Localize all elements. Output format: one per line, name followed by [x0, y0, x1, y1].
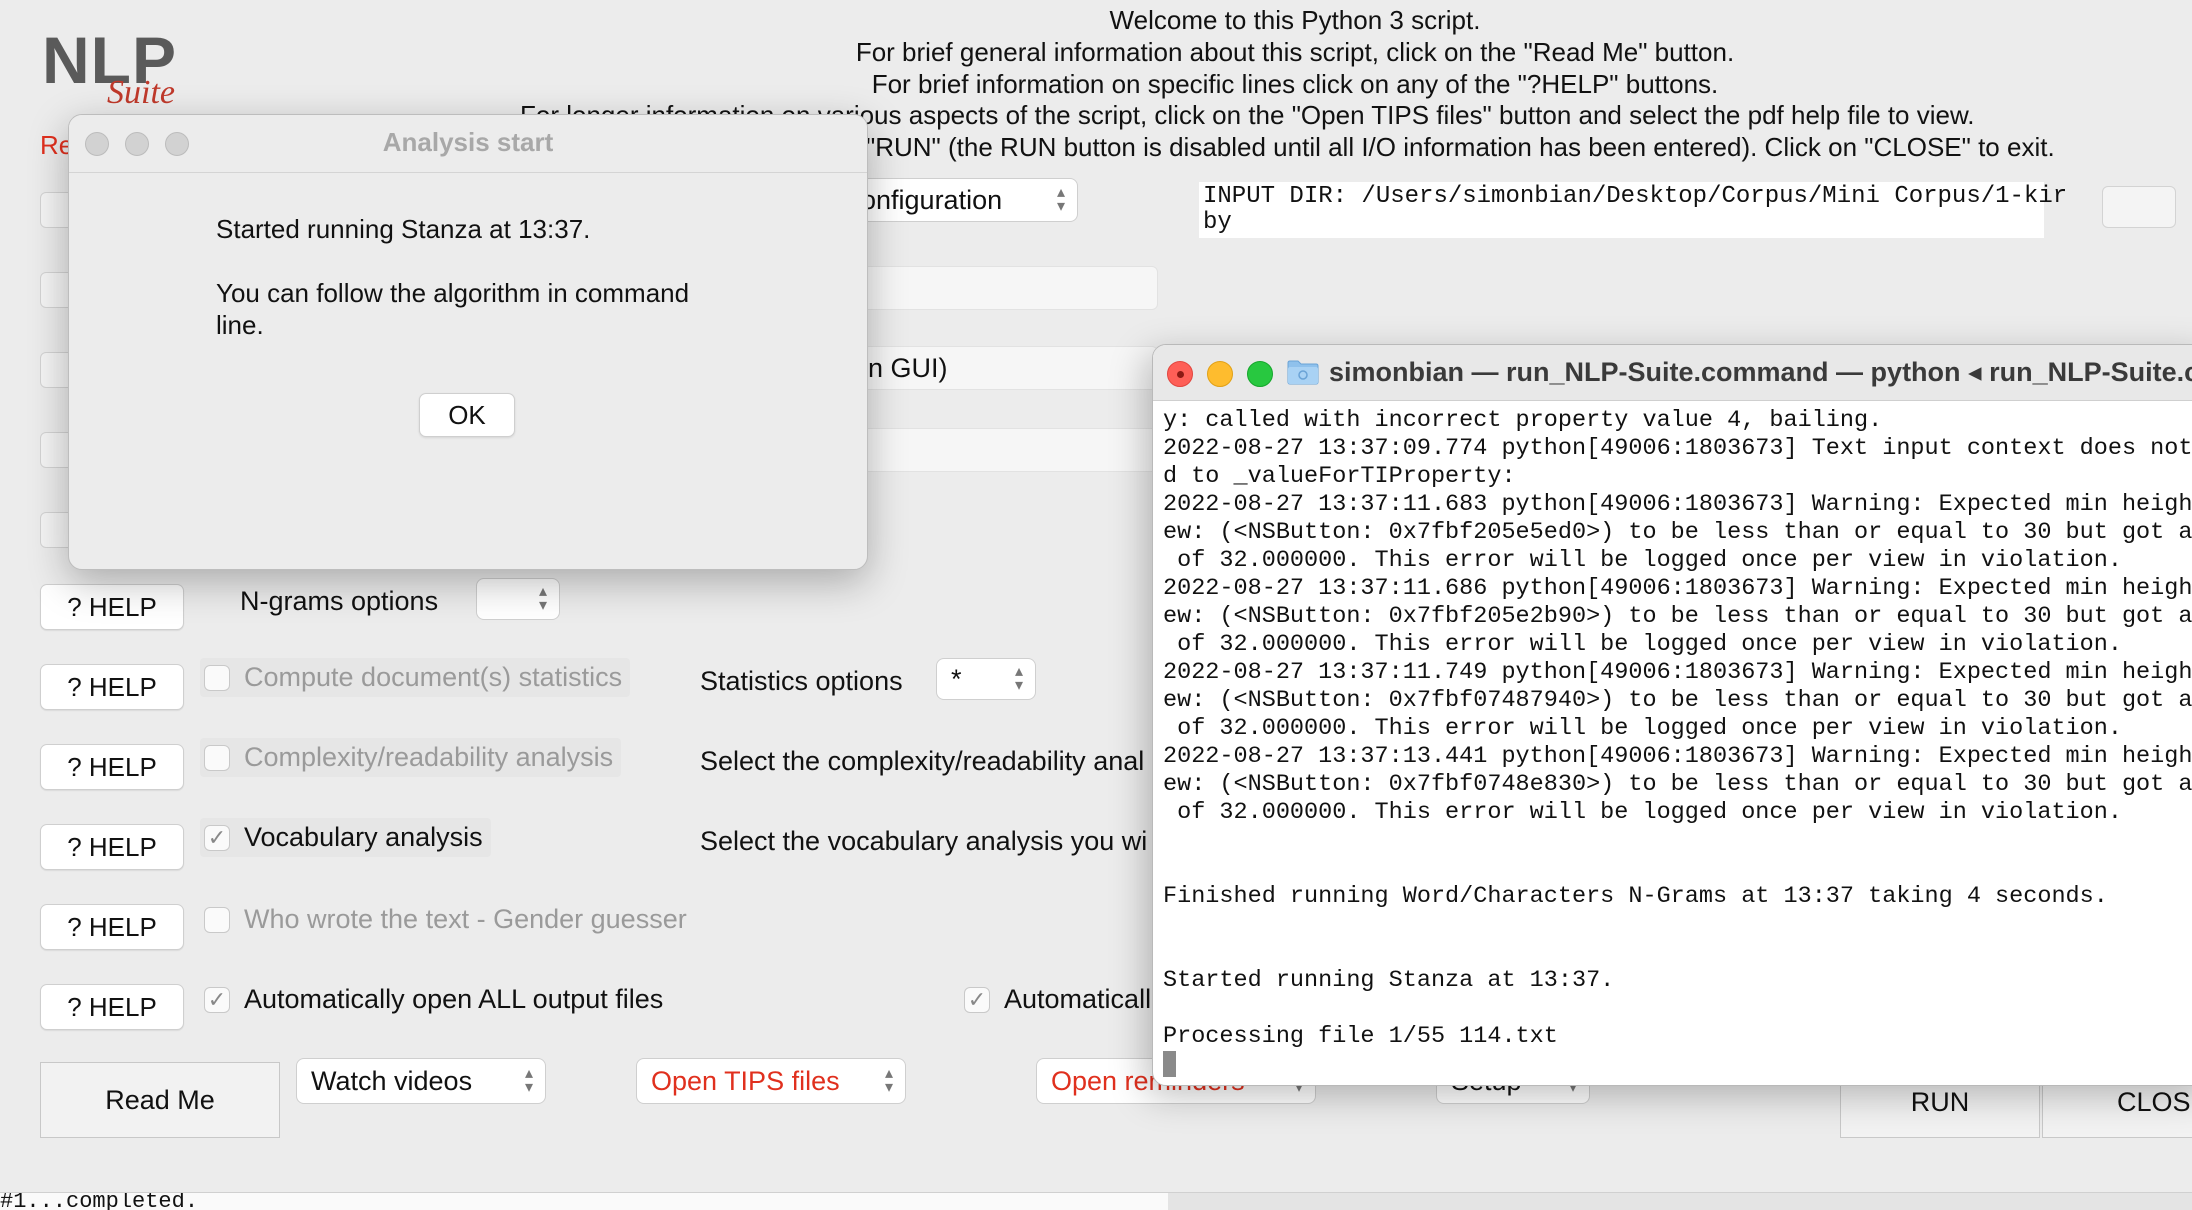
- terminal-line: 2022-08-27 13:37:13.441 python[49006:180…: [1163, 743, 2192, 770]
- analysis-start-dialog: Analysis start Started running Stanza at…: [68, 114, 868, 570]
- terminal-cursor: [1163, 1051, 1176, 1077]
- statistics-checkbox-row[interactable]: Compute document(s) statistics: [200, 658, 631, 697]
- updown-arrows-icon: ▴▾: [1056, 184, 1065, 215]
- help-button-vocabulary[interactable]: ? HELP: [40, 824, 184, 870]
- dialog-message: Started running Stanza at 13:37. You can…: [216, 213, 776, 373]
- welcome-line-2: For brief general information about this…: [855, 37, 1735, 67]
- gender-checkbox-row[interactable]: Who wrote the text - Gender guesser: [204, 904, 687, 935]
- status-bar: #1...completed.: [0, 1192, 1168, 1210]
- terminal-line: ew: (<NSButton: 0x7fbf205e2b90>) to be l…: [1163, 603, 2192, 630]
- statistics-options-value: *: [951, 663, 962, 694]
- terminal-line: ew: (<NSButton: 0x7fbf0748e830>) to be l…: [1163, 771, 2192, 798]
- io-options-button[interactable]: [2102, 186, 2176, 228]
- terminal-window: simonbian — run_NLP-Suite.command — pyth…: [1152, 344, 2192, 1086]
- open-output-checkbox[interactable]: ✓: [204, 986, 230, 1013]
- welcome-text: Welcome to this Python 3 script. For bri…: [400, 4, 2190, 100]
- terminal-line: Started running Stanza at 13:37.: [1163, 967, 1615, 994]
- status-bar-right: [1168, 1192, 2192, 1210]
- terminal-line: of 32.000000. This error will be logged …: [1163, 631, 2122, 658]
- dialog-titlebar[interactable]: Analysis start: [69, 115, 867, 173]
- help-button-ngrams[interactable]: ? HELP: [40, 584, 184, 630]
- vocabulary-checkbox-row[interactable]: ✓ Vocabulary analysis: [200, 818, 491, 857]
- welcome-line-1: Welcome to this Python 3 script.: [1109, 5, 1481, 35]
- logo-suite: Suite: [107, 74, 175, 111]
- input-dir-display: INPUT DIR: /Users/simonbian/Desktop/Corp…: [1199, 182, 2067, 238]
- terminal-line: ew: (<NSButton: 0x7fbf07487940>) to be l…: [1163, 687, 2192, 714]
- terminal-output[interactable]: y: called with incorrect property value …: [1163, 407, 2192, 1079]
- complexity-checkbox[interactable]: [204, 744, 230, 771]
- vocabulary-options-label: Select the vocabulary analysis you wi: [700, 826, 1148, 856]
- help-button-statistics[interactable]: ? HELP: [40, 664, 184, 710]
- terminal-line: d to _valueForTIProperty:: [1163, 463, 1516, 490]
- config-select-value: onfiguration: [861, 184, 1003, 215]
- dialog-line-1: Started running Stanza at 13:37.: [216, 214, 591, 244]
- vocabulary-label: Vocabulary analysis: [244, 822, 483, 852]
- terminal-line: 2022-08-27 13:37:11.683 python[49006:180…: [1163, 491, 2192, 518]
- output-dir-field[interactable]: ): [846, 266, 1158, 310]
- terminal-line: 2022-08-27 13:37:09.774 python[49006:180…: [1163, 435, 2192, 462]
- open-output-checkbox-row[interactable]: ✓ Automatically open ALL output files: [204, 984, 663, 1015]
- close-window-icon[interactable]: [1167, 361, 1193, 387]
- terminal-cursor-line: [1163, 1051, 2192, 1079]
- terminal-line: of 32.000000. This error will be logged …: [1163, 799, 2122, 826]
- terminal-line: of 32.000000. This error will be logged …: [1163, 547, 2122, 574]
- terminal-line: Finished running Word/Characters N-Grams…: [1163, 883, 2108, 910]
- auto-label: Automaticall: [1004, 984, 1152, 1014]
- watch-videos-label: Watch videos: [311, 1065, 473, 1096]
- help-button-gender[interactable]: ? HELP: [40, 904, 184, 950]
- complexity-options-label: Select the complexity/readability anal: [700, 746, 1145, 776]
- help-button-open-output[interactable]: ? HELP: [40, 984, 184, 1030]
- updown-arrows-icon: ▴▾: [538, 583, 547, 614]
- folder-icon: [1287, 360, 1319, 385]
- complexity-checkbox-row[interactable]: Complexity/readability analysis: [200, 738, 622, 777]
- auto-checkbox[interactable]: ✓: [964, 986, 990, 1013]
- gui-option-field[interactable]: en GUI): [846, 346, 1158, 390]
- help-button-complexity[interactable]: ? HELP: [40, 744, 184, 790]
- ngrams-options-select[interactable]: ▴ ▾: [476, 578, 560, 620]
- gender-label: Who wrote the text - Gender guesser: [244, 904, 687, 934]
- option-field[interactable]: [846, 428, 1158, 472]
- read-me-button[interactable]: Read Me: [40, 1062, 280, 1138]
- terminal-title: simonbian — run_NLP-Suite.command — pyth…: [1329, 357, 2192, 387]
- statistics-label: Compute document(s) statistics: [244, 662, 623, 692]
- statistics-checkbox[interactable]: [204, 664, 230, 691]
- watch-videos-select[interactable]: Watch videos ▴ ▾: [296, 1058, 546, 1104]
- vocabulary-checkbox[interactable]: ✓: [204, 824, 230, 851]
- auto-checkbox-row[interactable]: ✓ Automaticall: [964, 984, 1151, 1015]
- open-output-label: Automatically open ALL output files: [244, 984, 664, 1014]
- terminal-line: of 32.000000. This error will be logged …: [1163, 715, 2122, 742]
- updown-arrows-icon: ▴▾: [884, 1065, 893, 1096]
- dialog-title: Analysis start: [382, 127, 554, 157]
- updown-arrows-icon: ▴▾: [524, 1065, 533, 1096]
- ok-button[interactable]: OK: [419, 393, 515, 437]
- terminal-line: 2022-08-27 13:37:11.686 python[49006:180…: [1163, 575, 2192, 602]
- complexity-label: Complexity/readability analysis: [244, 742, 614, 772]
- updown-arrows-icon: ▴▾: [1014, 663, 1023, 694]
- statistics-options-label: Statistics options: [700, 666, 903, 696]
- gender-checkbox[interactable]: [204, 906, 230, 933]
- dialog-line-2: You can follow the algorithm in command …: [216, 278, 690, 340]
- terminal-line: 2022-08-27 13:37:11.749 python[49006:180…: [1163, 659, 2192, 686]
- terminal-line: y: called with incorrect property value …: [1163, 407, 1883, 434]
- open-tips-label: Open TIPS files: [651, 1065, 840, 1096]
- statistics-options-select[interactable]: * ▴ ▾: [936, 658, 1036, 700]
- open-tips-select[interactable]: Open TIPS files ▴ ▾: [636, 1058, 906, 1104]
- run-instructions: "RUN" (the RUN button is disabled until …: [866, 132, 2055, 162]
- terminal-line: ew: (<NSButton: 0x7fbf205e5ed0>) to be l…: [1163, 519, 2192, 546]
- minimize-window-icon[interactable]: [1207, 361, 1233, 387]
- zoom-window-icon[interactable]: [1247, 361, 1273, 387]
- terminal-line: Processing file 1/55 114.txt: [1163, 1023, 1558, 1050]
- terminal-titlebar[interactable]: simonbian — run_NLP-Suite.command — pyth…: [1153, 345, 2192, 401]
- welcome-line-3: For brief information on specific lines …: [871, 69, 1719, 99]
- ngrams-options-label: N-grams options: [240, 586, 439, 616]
- config-select[interactable]: onfiguration ▴ ▾: [846, 178, 1078, 222]
